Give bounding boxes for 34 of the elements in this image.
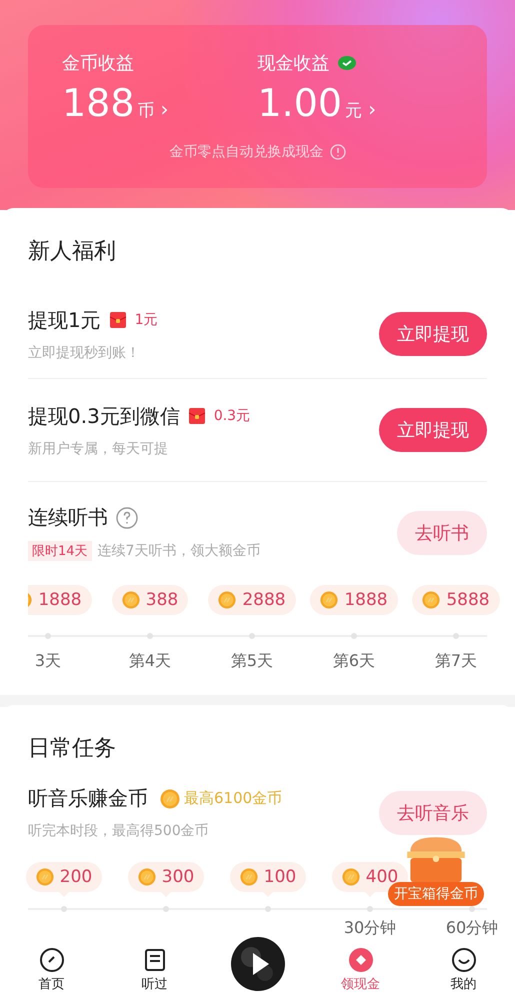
day-label: 第4天 xyxy=(128,651,172,672)
nav-tab[interactable]: 领现金 xyxy=(309,947,412,993)
day-label: 3天 xyxy=(34,651,62,672)
day-label: 第6天 xyxy=(332,651,376,672)
exchange-note: 金币零点自动兑换成现金 xyxy=(170,143,324,161)
listen-book-button[interactable]: 去听书 xyxy=(397,510,487,554)
task-subtitle: 立即提现秒到账！ xyxy=(28,344,141,362)
section-title: 日常任务 xyxy=(28,735,117,763)
section-title: 新人福利 xyxy=(28,238,117,266)
withdraw-button[interactable]: 立即提现 xyxy=(379,312,487,356)
nav-tab[interactable]: 听过 xyxy=(103,947,206,993)
task-title: 听音乐赚金币 xyxy=(28,785,148,812)
task-title: 提现0.3元到微信 xyxy=(28,402,180,430)
nav-tab[interactable]: 我的 xyxy=(412,947,515,993)
task-title: 连续听书 xyxy=(28,504,108,531)
day-label: 第5天 xyxy=(230,651,274,672)
reward-amount: 1元 xyxy=(134,311,158,329)
limited-time-tag: 限时14天 xyxy=(28,541,92,561)
task-subtitle: 连续7天听书，领大额金币 xyxy=(98,542,260,560)
time-label: 60分钟 xyxy=(446,918,498,939)
coin-balance[interactable]: 188 币 › xyxy=(62,81,258,125)
cash-earnings-label: 现金收益 xyxy=(258,52,330,75)
time-label: 30分钟 xyxy=(344,918,396,939)
max-reward: 最高6100金币 xyxy=(184,789,282,808)
reward-amount: 0.3元 xyxy=(214,407,250,425)
nav-tab[interactable]: 首页 xyxy=(0,947,103,993)
withdraw-button[interactable]: 立即提现 xyxy=(379,408,487,452)
listen-music-button[interactable]: 去听音乐 xyxy=(379,790,487,834)
coin-earnings-label: 金币收益 xyxy=(62,52,135,75)
cash-balance[interactable]: 1.00 元 › xyxy=(258,81,453,125)
task-title: 提现1元 xyxy=(28,306,101,334)
task-subtitle: 听完本时段，最高得500金币 xyxy=(28,822,210,840)
day-label: 第7天 xyxy=(434,651,478,672)
task-subtitle: 新用户专属，每天可提 xyxy=(28,440,169,458)
